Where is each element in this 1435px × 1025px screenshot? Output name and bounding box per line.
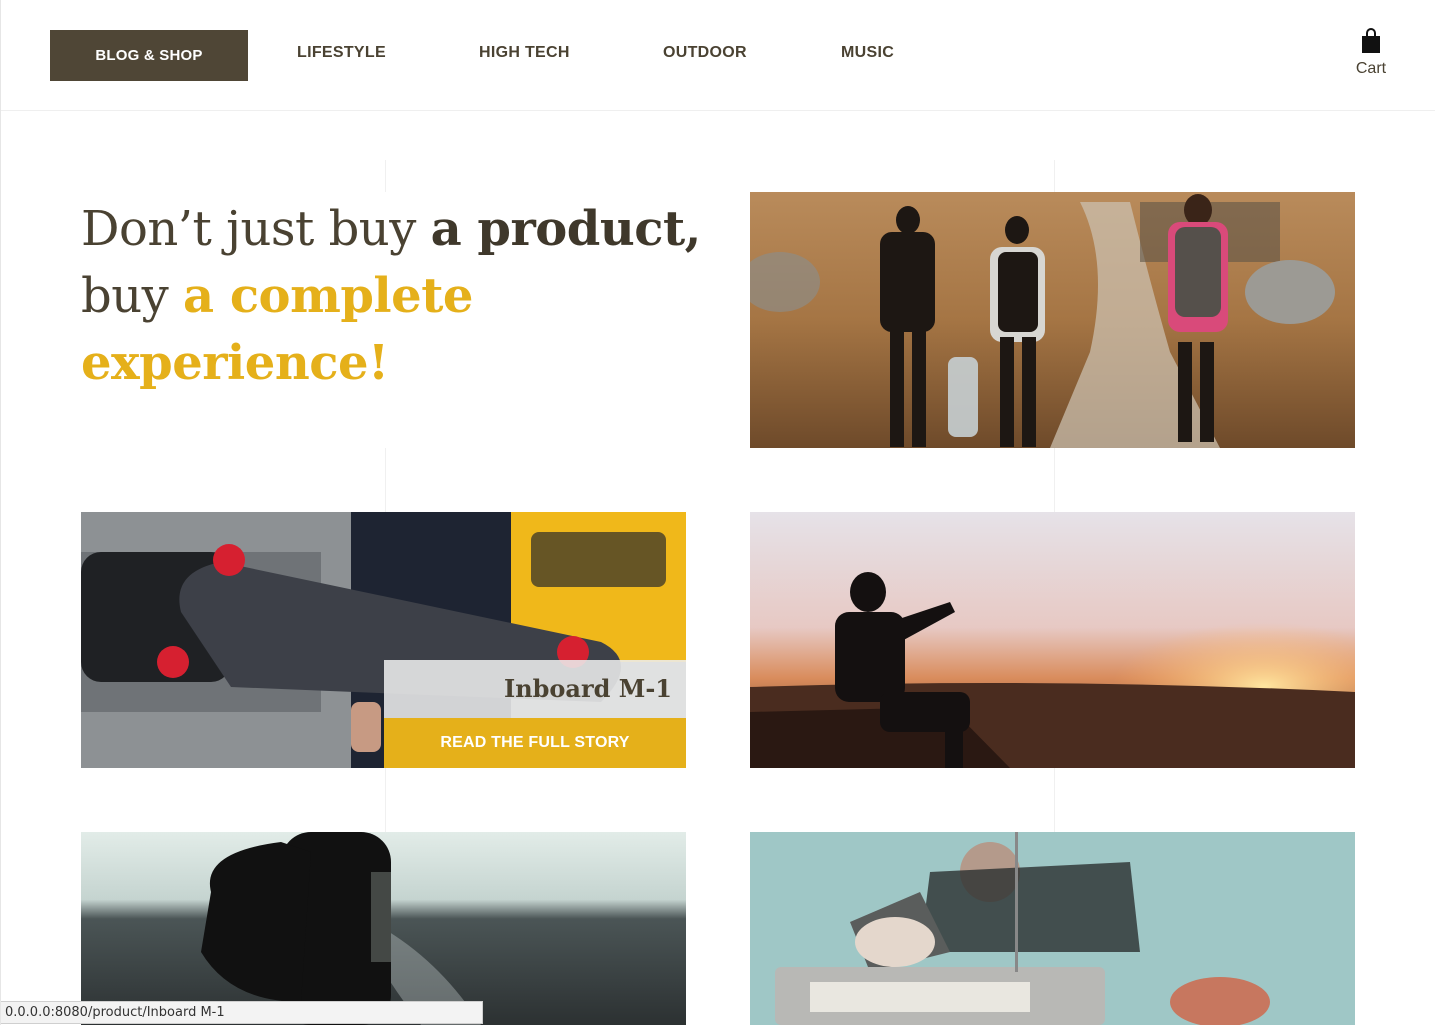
hikers-image [750,192,1355,448]
status-bar-url: 0.0.0.0:8080/product/Inboard M-1 [1,1001,483,1024]
featured-overlay: Inboard M-1 READ THE FULL STORY [384,660,686,768]
cart-button[interactable]: Cart [1347,28,1395,78]
grid-guide [385,448,386,512]
grid-guide [1054,448,1055,512]
shopping-bag-icon [1362,28,1380,53]
sunset-image [750,512,1355,768]
featured-title: Inboard M-1 [384,660,686,718]
cart-label: Cart [1355,60,1387,77]
read-story-button[interactable]: READ THE FULL STORY [384,718,686,768]
backpack-sea-image [81,832,686,1025]
hero-line-2-light: buy [81,268,184,324]
hero-line-1-strong: a product, [430,201,702,257]
hero-line-1: Don’t just buy a product, [81,196,721,263]
radio-image [750,832,1355,1025]
header: BLOG & SHOP LIFESTYLE HIGH TECH OUTDOOR … [1,0,1435,111]
hikers-photo[interactable] [750,192,1355,448]
skateboard-photo[interactable]: Inboard M-1 READ THE FULL STORY [81,512,686,768]
nav-item-high-tech[interactable]: HIGH TECH [479,44,570,62]
nav-item-outdoor[interactable]: OUTDOOR [663,44,747,62]
sunset-photo[interactable] [750,512,1355,768]
grid-guide [385,160,386,192]
grid-guide [1054,160,1055,192]
page: BLOG & SHOP LIFESTYLE HIGH TECH OUTDOOR … [0,0,1435,1025]
hero-line-2: buy a complete experience! [81,263,721,397]
grid-guide [1054,768,1055,832]
nav-item-music[interactable]: MUSIC [841,44,894,62]
hero-line-1-light: Don’t just buy [81,201,431,257]
brand-button[interactable]: BLOG & SHOP [50,30,248,81]
radio-photo[interactable] [750,832,1355,1025]
hero-headline: Don’t just buy a product, buy a complete… [81,196,721,397]
backpack-sea-photo[interactable] [81,832,686,1025]
nav-item-lifestyle[interactable]: LIFESTYLE [297,44,386,62]
grid-guide [385,768,386,832]
